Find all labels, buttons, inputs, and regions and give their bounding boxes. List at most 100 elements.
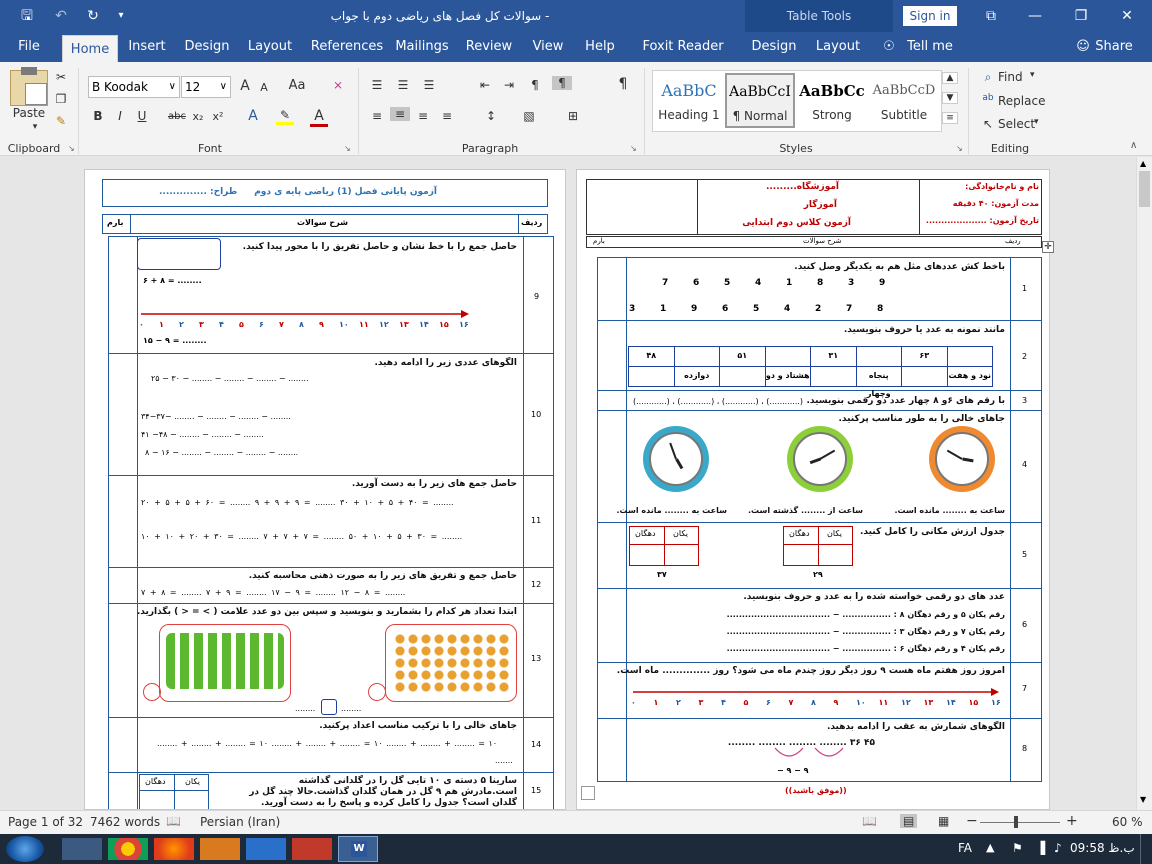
taskbar-firefox-icon[interactable] — [154, 838, 194, 860]
zoom-out-icon[interactable]: − — [966, 813, 978, 829]
sign-in-button[interactable]: Sign in — [903, 6, 957, 26]
rtl-direction-icon[interactable]: ¶ — [552, 76, 572, 90]
scroll-down-icon[interactable]: ▼ — [1140, 795, 1146, 804]
proofing-icon[interactable]: 📖 — [166, 814, 181, 828]
ltr-direction-icon[interactable]: ¶ — [526, 78, 544, 92]
paste-dropdown-icon[interactable]: ▾ — [28, 122, 42, 132]
tab-help[interactable]: Help — [580, 32, 620, 62]
tab-view[interactable]: View — [528, 32, 568, 62]
tab-foxit[interactable]: Foxit Reader PDF — [632, 32, 734, 84]
shrink-font-button[interactable]: A — [256, 81, 272, 94]
paste-button[interactable]: Paste — [8, 106, 50, 120]
tab-insert[interactable]: Insert — [124, 32, 170, 62]
clear-formatting-icon[interactable]: ⨯ — [328, 78, 348, 92]
page-indicator[interactable]: Page 1 of 32 — [8, 815, 83, 829]
show-desktop-button[interactable] — [1140, 834, 1152, 864]
font-name-combo[interactable]: B Koodak ∨ — [88, 76, 180, 98]
tab-design[interactable]: Design — [181, 32, 233, 62]
styles-scroll-up-icon[interactable]: ▲ — [942, 72, 958, 84]
tab-home[interactable]: Home — [62, 35, 118, 62]
zoom-level[interactable]: 60 % — [1112, 815, 1143, 829]
tab-table-design[interactable]: Design — [748, 32, 800, 62]
bold-button[interactable]: B — [90, 109, 106, 123]
style-subtitle[interactable]: AaBbCcD Subtitle — [869, 73, 939, 128]
style-strong[interactable]: AaBbCc Strong — [797, 73, 867, 128]
tab-references[interactable]: References — [308, 32, 386, 62]
cut-icon[interactable]: ✂ — [54, 70, 68, 84]
select-button[interactable]: Select — [998, 117, 1035, 131]
tray-expand-icon[interactable]: ▲ — [986, 841, 994, 854]
bullets-icon[interactable]: ☰ — [368, 78, 386, 92]
customize-toolbar-icon[interactable]: ▾ — [108, 0, 134, 32]
text-effects-icon[interactable]: A — [244, 108, 262, 124]
table-resize-handle[interactable] — [581, 786, 595, 800]
shading-icon[interactable]: ▧ — [520, 109, 538, 123]
font-launcher-icon[interactable]: ↘ — [344, 144, 351, 153]
start-button-icon[interactable] — [6, 836, 44, 862]
tab-file[interactable]: File — [6, 32, 52, 62]
justify-icon[interactable]: ≡ — [438, 109, 456, 123]
word-count[interactable]: 7462 words — [90, 815, 160, 829]
taskbar-explorer-icon[interactable] — [62, 838, 102, 860]
styles-scroll-down-icon[interactable]: ▼ — [942, 92, 958, 104]
scroll-thumb[interactable] — [1139, 171, 1150, 207]
styles-more-icon[interactable]: ≡ — [942, 112, 958, 124]
numbering-icon[interactable]: ☰ — [394, 78, 412, 92]
align-center-icon[interactable]: ≡ — [390, 107, 410, 121]
format-painter-icon[interactable]: ✎ — [54, 114, 68, 128]
font-size-combo[interactable]: 12 ∨ — [181, 76, 231, 98]
increase-indent-icon[interactable]: ⇥ — [500, 78, 518, 92]
zoom-slider-thumb[interactable] — [1014, 816, 1018, 828]
network-icon[interactable]: ▐ — [1036, 841, 1045, 855]
show-marks-icon[interactable]: ¶ — [614, 76, 632, 92]
zoom-in-icon[interactable]: + — [1066, 813, 1078, 829]
style-normal[interactable]: AaBbCcI ¶ Normal — [725, 73, 795, 128]
paste-icon[interactable] — [10, 67, 48, 106]
undo-icon[interactable]: ↶ — [48, 0, 74, 32]
change-case-button[interactable]: Aa — [286, 78, 308, 93]
maximize-icon[interactable]: ❐ — [1068, 0, 1094, 32]
zoom-slider[interactable] — [980, 822, 1060, 823]
styles-launcher-icon[interactable]: ↘ — [956, 144, 963, 153]
borders-icon[interactable]: ⊞ — [564, 109, 582, 123]
clock-time[interactable]: 09:58 ب.ظ — [1070, 841, 1135, 855]
copy-icon[interactable]: ❐ — [54, 92, 68, 106]
scroll-up-icon[interactable]: ▲ — [1140, 159, 1146, 168]
align-left-icon[interactable]: ≡ — [368, 109, 386, 123]
replace-button[interactable]: Replace — [998, 94, 1045, 108]
underline-button[interactable]: U — [134, 109, 150, 123]
style-heading-1[interactable]: AaBbC Heading 1 — [654, 73, 724, 128]
ribbon-display-icon[interactable]: ⧉ — [978, 0, 1004, 32]
line-spacing-icon[interactable]: ↕ — [480, 109, 502, 123]
taskbar-chrome-icon[interactable] — [108, 838, 148, 860]
taskbar-app-icon[interactable] — [246, 838, 286, 860]
grow-font-button[interactable]: A — [236, 78, 254, 94]
align-right-icon[interactable]: ≡ — [414, 109, 432, 123]
find-button[interactable]: Find — [998, 70, 1028, 84]
save-icon[interactable]: 🖫 — [14, 0, 40, 32]
web-layout-icon[interactable]: ▦ — [938, 814, 949, 828]
share-button[interactable]: Share — [1094, 32, 1134, 62]
tray-flag-icon[interactable]: ⚑ — [1012, 841, 1023, 855]
taskbar-app-icon[interactable] — [200, 838, 240, 860]
strikethrough-button[interactable]: abc — [166, 111, 188, 122]
taskbar-app-icon[interactable] — [292, 838, 332, 860]
decrease-indent-icon[interactable]: ⇤ — [476, 78, 494, 92]
superscript-button[interactable]: x² — [210, 110, 226, 123]
clipboard-launcher-icon[interactable]: ↘ — [68, 144, 75, 153]
tell-me-search[interactable]: Tell me — [904, 32, 956, 62]
volume-icon[interactable]: ♪ — [1054, 841, 1062, 855]
tab-review[interactable]: Review — [463, 32, 515, 62]
close-icon[interactable]: ✕ — [1114, 0, 1140, 32]
print-layout-icon[interactable]: ▤ — [900, 814, 918, 828]
collapse-ribbon-icon[interactable]: ∧ — [1130, 140, 1137, 151]
tab-mailings[interactable]: Mailings — [394, 32, 450, 62]
read-mode-icon[interactable]: 📖 — [862, 814, 877, 828]
redo-icon[interactable]: ↻ — [80, 0, 106, 32]
keyboard-language[interactable]: FA — [958, 841, 972, 855]
table-move-handle[interactable]: ✛ — [1042, 241, 1054, 253]
multilevel-list-icon[interactable]: ☰ — [420, 78, 438, 92]
language-indicator[interactable]: Persian (Iran) — [200, 815, 280, 829]
vertical-scrollbar[interactable]: ▲ ▼ — [1136, 157, 1152, 810]
taskbar-word-icon[interactable]: W — [338, 836, 378, 862]
